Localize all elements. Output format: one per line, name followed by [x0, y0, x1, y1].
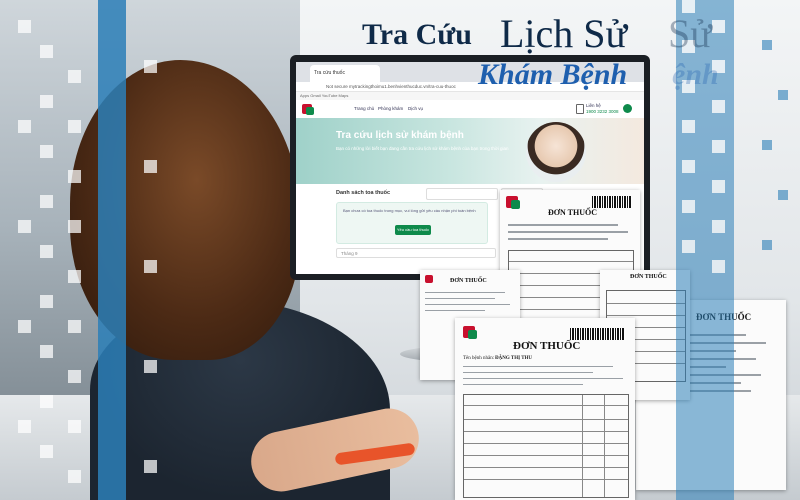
headline-second-line: Khám Bệnh	[478, 58, 628, 91]
nav-item-clinic[interactable]: Phòng khám	[378, 106, 403, 111]
nav-item-services[interactable]: Dịch vụ	[408, 106, 423, 111]
patient-name: ĐẶNG THỊ THU	[495, 356, 533, 361]
site-header: Trang chủ Phòng khám Dịch vụ Liên hệ 190…	[296, 100, 644, 119]
empty-state-card: Bạn chưa có toa thuốc trong mục, vui lòn…	[336, 202, 488, 244]
hero-banner: Tra cứu lịch sử khám bệnh Bạn có những l…	[296, 118, 644, 184]
sheet-title: ĐƠN THUỐC	[630, 274, 667, 280]
hotline-label: Liên hệ	[586, 103, 601, 108]
headline-ghost-line2: ệnh	[672, 58, 719, 91]
decor-squares-far-right	[752, 0, 800, 300]
bookmarks-bar[interactable]: Apps Gmail YouTube Maps	[296, 92, 644, 100]
hero-subtitle: Bạn có những lời biết bạn đang cần tra c…	[336, 146, 509, 151]
hero-title: Tra cứu lịch sử khám bệnh	[336, 130, 464, 141]
site-logo-accent	[306, 107, 314, 115]
empty-state-text: Bạn chưa có toa thuốc trong mục, vui lòn…	[343, 208, 476, 213]
prescription-sheet-front: ĐƠN THUỐC Tên bệnh nhân: ĐẶNG THỊ THU	[455, 318, 635, 500]
user-avatar[interactable]	[623, 104, 632, 113]
sheet-title: ĐƠN THUỐC	[548, 208, 597, 217]
patient-label: Tên bệnh nhân:	[463, 356, 495, 361]
headline-main: Lịch Sử	[500, 11, 628, 56]
search-input[interactable]	[426, 188, 498, 200]
request-prescription-button[interactable]: Yêu cầu toa thuốc	[395, 225, 431, 235]
headline-ghost-line1: Sử	[668, 11, 712, 56]
list-title: Danh sách toa thuốc	[336, 190, 391, 196]
hero-doctor-photo	[526, 122, 586, 182]
sheet-title: ĐƠN THUỐC	[513, 340, 581, 352]
decor-strip-left	[18, 0, 157, 500]
sheet-title: ĐƠN THUỐC	[450, 278, 487, 284]
headline-prefix: Tra Cứu	[362, 18, 472, 51]
browser-tab[interactable]: Tra cứu thuốc	[310, 65, 380, 82]
month-filter[interactable]: Tháng 9	[336, 248, 496, 258]
building-icon	[576, 104, 584, 114]
nav-item-home[interactable]: Trang chủ	[354, 106, 374, 111]
hotline-number[interactable]: 1900 3232 3008	[586, 109, 619, 114]
